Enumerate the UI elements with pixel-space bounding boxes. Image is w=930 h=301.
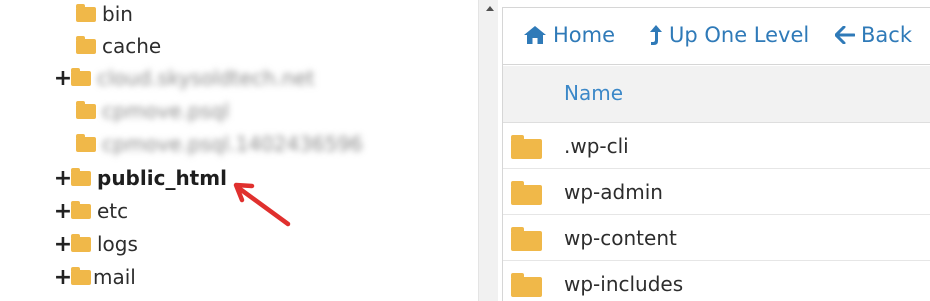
tree-item-cpmove-psql-archive[interactable]: cpmove.psql.1402436596 [76,130,363,158]
scroll-up-icon[interactable] [486,6,494,11]
tree-item-label: logs [97,232,138,256]
file-name: wp-includes [564,272,684,296]
expand-plus-icon[interactable]: + [54,164,72,192]
folder-icon [71,233,91,252]
tree-item-public-html[interactable]: + public_html [54,164,227,192]
folder-icon [511,227,542,251]
table-row[interactable]: .wp-cli [503,123,930,169]
tree-item-label: cpmove.psql [102,99,230,123]
tree-item-etc[interactable]: + etc [54,197,129,225]
folder-icon [71,67,91,86]
tree-item-bin[interactable]: bin [76,0,133,28]
tree-item-cpmove-psql[interactable]: cpmove.psql [76,97,229,125]
back-button-label: Back [861,23,912,47]
folder-icon [76,35,96,54]
folder-icon [511,181,542,205]
folder-icon [71,200,91,219]
tree-item-label: cpmove.psql.1402436596 [102,132,363,156]
annotation-arrow-icon [233,182,291,227]
tree-item-label: public_html [97,166,227,190]
navigation-toolbar: Home Up One Level Back [503,8,930,65]
folder-icon [76,100,96,119]
tree-item-mail[interactable]: + mail [54,263,136,291]
tree-item-label: cloud.skysoldtech.net [97,66,315,90]
table-row[interactable]: wp-content [503,215,930,261]
folder-icon [76,3,96,22]
folder-icon [71,167,91,186]
file-name: .wp-cli [564,134,629,158]
up-one-level-label: Up One Level [669,23,810,47]
expand-plus-icon[interactable]: + [54,64,72,92]
level-up-icon [650,25,662,45]
back-button[interactable]: Back [835,20,912,50]
file-name: wp-content [564,226,677,250]
tree-item-label: cache [102,34,162,58]
tree-scrollbar[interactable] [478,0,498,301]
folder-icon [76,133,96,152]
folder-icon [511,135,542,159]
table-header: Name [503,66,930,123]
expand-plus-icon[interactable]: + [54,197,72,225]
file-list-pane: Home Up One Level Back Name .wp-cli wp-a… [502,7,930,301]
tree-item-cache[interactable]: cache [76,32,161,60]
tree-item-label: mail [93,265,136,289]
up-one-level-button[interactable]: Up One Level [649,20,809,50]
directory-tree: bin cache + cloud.skysoldtech.net cpmove… [0,0,478,301]
expand-plus-icon[interactable]: + [54,263,72,291]
table-row[interactable]: wp-admin [503,169,930,215]
file-table: Name .wp-cli wp-admin wp-content wp-incl… [503,66,930,301]
expand-plus-icon[interactable]: + [54,230,72,258]
table-row[interactable]: wp-includes [503,261,930,301]
home-button[interactable]: Home [523,20,615,50]
file-manager: bin cache + cloud.skysoldtech.net cpmove… [0,0,930,301]
file-name: wp-admin [564,180,663,204]
folder-icon [511,273,542,297]
home-icon [524,26,546,44]
tree-item-label: etc [97,199,129,223]
tree-item-label: bin [102,2,133,26]
folder-icon [71,266,91,285]
column-header-name[interactable]: Name [564,81,623,105]
arrow-left-icon [835,26,855,44]
tree-item-logs[interactable]: + logs [54,230,138,258]
tree-item-cloud-domain[interactable]: + cloud.skysoldtech.net [54,64,315,92]
home-button-label: Home [553,23,616,47]
